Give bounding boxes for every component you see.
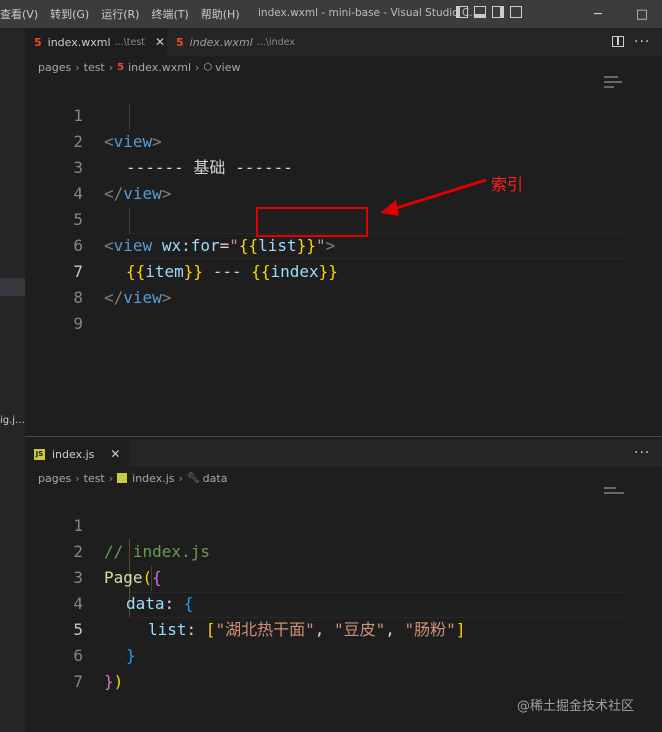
menu-view[interactable]: 查看(V) <box>0 6 44 22</box>
minimize-icon[interactable]: ─ <box>578 0 618 28</box>
breadcrumb-item[interactable]: index.js <box>132 472 174 485</box>
breadcrumb-item[interactable]: test <box>84 472 105 485</box>
code-line: 6 }) <box>25 617 625 691</box>
code-editor-js[interactable]: 1 // index.js 2 Page({ 3 data: { 4 list:… <box>25 487 625 691</box>
line-number: 7 <box>73 672 83 691</box>
layout-controls <box>456 6 522 18</box>
breadcrumb: pages › test › 5 index.wxml › ⬡ view <box>38 57 240 77</box>
window-title: index.wxml - mini-base - Visual Studio C… <box>258 7 480 19</box>
menu-help[interactable]: 帮助(H) <box>195 6 246 22</box>
tab-label: index.js <box>52 447 95 461</box>
menu-terminal[interactable]: 终端(T) <box>145 6 194 22</box>
code-line: 5 } <box>25 591 625 665</box>
html-file-icon: 5 <box>117 61 125 73</box>
code-line: 1 // index.js <box>25 487 625 561</box>
editor-group-divider[interactable] <box>25 436 662 437</box>
chevron-right-icon: › <box>75 60 80 74</box>
breadcrumb-item[interactable]: index.wxml <box>128 61 191 74</box>
more-actions-icon[interactable]: ··· <box>634 445 650 461</box>
maximize-icon[interactable]: □ <box>622 0 662 28</box>
code-line: 2 Page({ <box>25 513 625 587</box>
breadcrumb-item[interactable]: pages <box>38 472 71 485</box>
breadcrumb-item[interactable]: test <box>84 61 105 74</box>
code-line: 4 list: ["湖北热干面", "豆皮", "肠粉"] <box>25 565 625 639</box>
toggle-secondary-sidebar-icon[interactable] <box>492 6 504 18</box>
more-actions-icon[interactable]: ··· <box>634 34 650 50</box>
split-editor-icon[interactable] <box>612 36 624 47</box>
code-editor-wxml[interactable]: 1 <view> 2 ------ 基础 ------ 3 </view> 4 … <box>25 77 625 333</box>
arrow-shaft <box>389 178 487 212</box>
tab-path: ...\index <box>256 36 295 48</box>
customize-layout-icon[interactable] <box>510 6 522 18</box>
tab-index-wxml-index[interactable]: 5 index.wxml ...\index <box>167 28 327 56</box>
element-icon: ⬡ <box>203 61 213 73</box>
tab-index-wxml-test[interactable]: 5 index.wxml ...\test ✕ <box>25 28 167 56</box>
code-line: 8 <box>25 259 625 307</box>
chevron-right-icon: › <box>195 60 200 74</box>
html-file-icon: 5 <box>176 35 184 49</box>
breadcrumb-item[interactable]: view <box>215 61 240 74</box>
code-line: 2 ------ 基础 ------ <box>25 103 625 177</box>
annotation-label: 索引 <box>491 175 524 194</box>
breadcrumb: pages › test › index.js › 🔧︎ data <box>38 468 227 488</box>
arrow-head <box>380 200 399 216</box>
chevron-right-icon: › <box>108 60 114 74</box>
html-file-icon: 5 <box>34 35 42 49</box>
editor-tab-bar: 5 index.wxml ...\test ✕ 5 index.wxml ...… <box>25 28 662 56</box>
tab-label: index.wxml <box>47 35 111 49</box>
code-line: 5 <view wx:for="{{list}}"> <box>25 181 625 255</box>
code-line: 9 <box>25 285 625 333</box>
js-file-icon <box>117 473 128 483</box>
wrench-icon: 🔧︎ <box>186 472 200 484</box>
chevron-right-icon: › <box>178 471 183 485</box>
menu-goto[interactable]: 转到(G) <box>44 6 95 22</box>
code-line: 3 data: { <box>25 539 625 613</box>
title-bar: 查看(V) 转到(G) 运行(R) 终端(T) 帮助(H) index.wxml… <box>0 0 662 28</box>
index-highlight-box <box>256 207 368 237</box>
close-icon[interactable]: ✕ <box>155 35 165 49</box>
code-line: 4 <box>25 155 625 203</box>
toggle-sidebar-icon[interactable] <box>456 6 468 18</box>
menu-run[interactable]: 运行(R) <box>95 6 145 22</box>
sidebar-strip: ig.j... <box>0 28 25 732</box>
toggle-panel-icon[interactable] <box>474 6 486 18</box>
code-line: 1 <view> <box>25 77 625 151</box>
code-line: 7 <box>25 643 625 691</box>
chevron-right-icon: › <box>75 471 80 485</box>
js-file-icon: JS <box>34 448 45 460</box>
editor-tab-bar-bottom: JS index.js ✕ <box>25 440 662 468</box>
annotation-arrow <box>380 178 487 216</box>
token: } <box>104 672 114 691</box>
close-icon[interactable]: ✕ <box>110 447 120 461</box>
watermark: @稀土掘金技术社区 <box>517 699 635 714</box>
line-number: 9 <box>73 314 83 333</box>
breadcrumb-item[interactable]: data <box>203 472 228 485</box>
breadcrumb-item[interactable]: pages <box>38 61 71 74</box>
token: ) <box>113 672 124 691</box>
tab-label: index.wxml <box>189 35 253 49</box>
tab-index-js[interactable]: JS index.js ✕ <box>25 440 129 468</box>
tab-path: ...\test <box>114 36 146 48</box>
chevron-right-icon: › <box>108 471 114 485</box>
sidebar-partial-label[interactable]: ig.j... <box>0 415 25 426</box>
code-line: 3 </view> <box>25 129 625 203</box>
sidebar-selected-item[interactable] <box>0 278 25 296</box>
